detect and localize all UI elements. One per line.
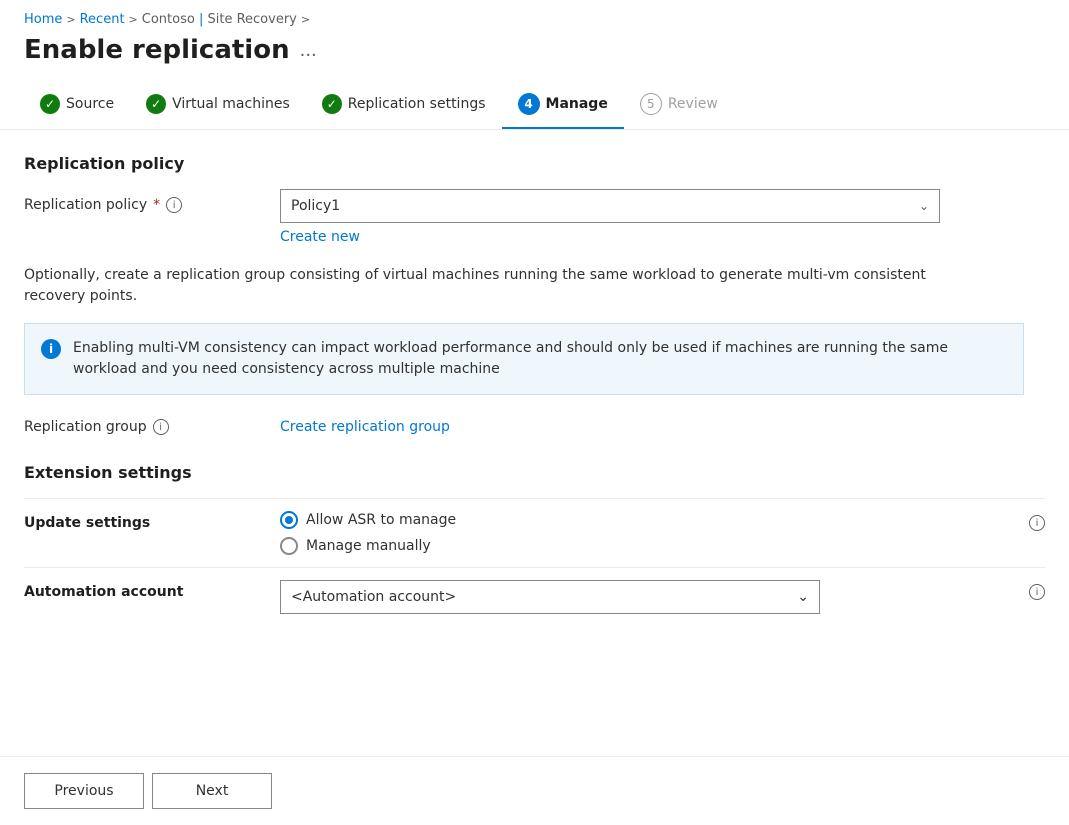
replication-policy-control: Policy1 ⌄ Create new — [280, 189, 1045, 245]
step-manage[interactable]: 4 Manage — [502, 81, 624, 129]
page-title: Enable replication — [24, 35, 290, 65]
radio-allow-asr-circle — [280, 511, 298, 529]
automation-account-row: Automation account <Automation account> … — [24, 567, 1045, 626]
replication-policy-label: Replication policy * i — [24, 189, 264, 213]
info-banner-icon: i — [41, 339, 61, 359]
radio-manage-manually-circle — [280, 537, 298, 555]
replication-group-label: Replication group i — [24, 419, 264, 435]
replication-policy-info-icon[interactable]: i — [166, 197, 182, 213]
step-review-number-icon: 5 — [640, 93, 662, 115]
required-star: * — [153, 197, 160, 213]
step-rep-check-icon: ✓ — [322, 94, 342, 114]
previous-button[interactable]: Previous — [24, 773, 144, 809]
create-new-link[interactable]: Create new — [280, 229, 360, 245]
breadcrumb-recent[interactable]: Recent — [80, 12, 125, 27]
create-replication-group-link[interactable]: Create replication group — [280, 419, 450, 435]
extension-settings-section-title: Extension settings — [24, 463, 1045, 482]
description-text: Optionally, create a replication group c… — [24, 265, 984, 307]
step-virtual-machines[interactable]: ✓ Virtual machines — [130, 82, 306, 128]
main-content: Replication policy Replication policy * … — [0, 130, 1069, 626]
info-banner: i Enabling multi-VM consistency can impa… — [24, 323, 1024, 395]
replication-policy-dropdown[interactable]: Policy1 ⌄ — [280, 189, 940, 223]
automation-account-placeholder: <Automation account> — [291, 589, 456, 605]
step-manage-number-icon: 4 — [518, 93, 540, 115]
replication-group-row: Replication group i Create replication g… — [24, 419, 1045, 435]
radio-allow-asr-label: Allow ASR to manage — [306, 512, 456, 528]
step-rep-label: Replication settings — [348, 96, 486, 112]
breadcrumb-contoso[interactable]: Contoso | Site Recovery — [142, 12, 297, 27]
step-review-label: Review — [668, 96, 718, 112]
update-settings-control: Allow ASR to manage Manage manually — [280, 511, 1013, 555]
step-source[interactable]: ✓ Source — [24, 82, 130, 128]
step-vm-check-icon: ✓ — [146, 94, 166, 114]
step-vm-label: Virtual machines — [172, 96, 290, 112]
radio-manage-manually-label: Manage manually — [306, 538, 431, 554]
step-replication-settings[interactable]: ✓ Replication settings — [306, 82, 502, 128]
breadcrumb-sep3: > — [301, 13, 310, 26]
update-settings-label: Update settings — [24, 511, 264, 531]
breadcrumb: Home > Recent > Contoso | Site Recovery … — [0, 0, 1069, 27]
automation-account-info-icon[interactable]: i — [1029, 584, 1045, 600]
step-review[interactable]: 5 Review — [624, 81, 734, 129]
footer: Previous Next — [0, 756, 1069, 825]
update-settings-radio-group: Allow ASR to manage Manage manually — [280, 511, 1013, 555]
replication-policy-value: Policy1 — [291, 198, 340, 214]
update-settings-row: Update settings Allow ASR to manage Mana… — [24, 498, 1045, 567]
breadcrumb-sep2: > — [129, 13, 138, 26]
update-settings-info-icon[interactable]: i — [1029, 515, 1045, 531]
breadcrumb-sep1: > — [66, 13, 75, 26]
automation-account-control: <Automation account> ⌄ — [280, 580, 1013, 614]
radio-allow-asr-dot — [285, 516, 293, 524]
wizard-steps: ✓ Source ✓ Virtual machines ✓ Replicatio… — [0, 81, 1069, 130]
replication-policy-section-title: Replication policy — [24, 154, 1045, 173]
step-manage-label: Manage — [546, 96, 608, 112]
breadcrumb-home[interactable]: Home — [24, 12, 62, 27]
replication-policy-chevron-icon: ⌄ — [919, 199, 929, 213]
next-button[interactable]: Next — [152, 773, 272, 809]
info-banner-text: Enabling multi-VM consistency can impact… — [73, 338, 1007, 380]
automation-account-dropdown[interactable]: <Automation account> ⌄ — [280, 580, 820, 614]
radio-allow-asr[interactable]: Allow ASR to manage — [280, 511, 1013, 529]
automation-account-label: Automation account — [24, 580, 264, 600]
page-title-menu[interactable]: ... — [300, 40, 317, 61]
step-source-check-icon: ✓ — [40, 94, 60, 114]
replication-group-info-icon[interactable]: i — [153, 419, 169, 435]
radio-manage-manually[interactable]: Manage manually — [280, 537, 1013, 555]
replication-policy-row: Replication policy * i Policy1 ⌄ Create … — [24, 189, 1045, 245]
page-title-row: Enable replication ... — [0, 27, 1069, 81]
automation-account-chevron-icon: ⌄ — [797, 589, 809, 605]
step-source-label: Source — [66, 96, 114, 112]
